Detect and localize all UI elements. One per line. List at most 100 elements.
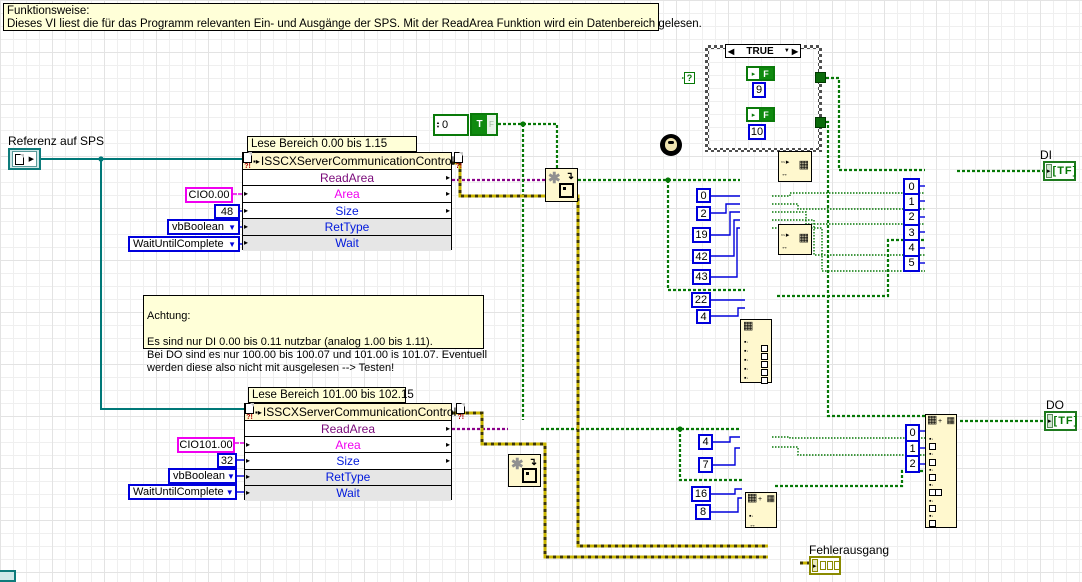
case-output-tunnel-2[interactable] xyxy=(815,117,826,128)
replace-array-subset-node-di[interactable]: ▦ + ▦ ▪· ▪· ▪· ▪· ▪· ▪· xyxy=(925,414,957,528)
data-box-icon xyxy=(522,468,537,483)
case-prev-arrow-icon[interactable]: ◀ xyxy=(726,47,736,56)
do-replace-index-column: 0 1 2 xyxy=(905,424,920,474)
down-arrow-icon: ↴ xyxy=(565,171,574,182)
wait-enum-constant-1[interactable]: WaitUntilComplete ▼ xyxy=(128,236,240,252)
array-grid-icon: ▦ xyxy=(743,320,754,332)
invoke2-method-icon: ▪▸ xyxy=(255,407,262,417)
false-constant-1[interactable]: ▸ F xyxy=(746,66,775,81)
invoke1-refnum-in-icon xyxy=(243,152,252,163)
comment-achtung: Achtung: Es sind nur DI 0.00 bis 0.11 nu… xyxy=(143,295,487,374)
invoke-node-readarea-2[interactable]: ?! ▪▸ ISSCXServerCommunicationControl ?!… xyxy=(244,403,466,502)
dropdown-icon[interactable]: ▼ xyxy=(226,240,238,249)
case-next-arrow-icon[interactable]: ▶ xyxy=(790,47,800,56)
di-replace-index-column: 0 1 2 3 4 5 xyxy=(903,178,920,272)
rettype-enum-constant-2[interactable]: vbBoolean ▼ xyxy=(168,468,237,484)
first-call-icon[interactable] xyxy=(660,134,682,156)
array-subset-node-di[interactable]: ▦ + ▦ ▪· ↔ xyxy=(745,492,777,529)
do-indicator[interactable]: ▸ [TF] xyxy=(1044,411,1077,431)
invoke1-row-rettype[interactable]: ▸ RetType xyxy=(243,219,451,236)
di-subset-length-constant[interactable]: 4 xyxy=(696,309,711,324)
labview-block-diagram: Funktionsweise: Dieses VI liest die für … xyxy=(0,0,1082,582)
down-arrow-icon: ↴ xyxy=(528,457,537,468)
invoke2-row-readarea[interactable]: ReadArea ▸ xyxy=(245,421,451,438)
index-array-node-di[interactable]: ▦ ▪· ▪· ▪· ▪· ▪· xyxy=(740,319,772,384)
di-label: DI xyxy=(1040,148,1052,162)
size-constant-2[interactable]: 32 xyxy=(217,453,237,468)
comment-funktionsweise-body: Dieses VI liest die für das Programm rel… xyxy=(7,18,702,30)
bool-array-constant-index[interactable]: ▲ ▼ 0 xyxy=(433,114,469,136)
invoke-node-readarea-1[interactable]: ?! ▪▸ ISSCXServerCommunicationControl ?!… xyxy=(242,152,464,252)
refnum-page-icon xyxy=(15,153,24,165)
dropdown-icon[interactable]: ▼ xyxy=(224,488,236,497)
invoke1-title: ISSCXServerCommunicationControl xyxy=(260,154,455,168)
invoke2-refnum-out-icon xyxy=(456,403,466,414)
dropdown-icon[interactable]: ▼ xyxy=(225,472,237,481)
case-selector-terminal[interactable]: ? xyxy=(684,72,695,84)
do-replace-index-2[interactable]: 2 xyxy=(905,455,920,474)
indicator-arrow-icon: ▸ xyxy=(1047,414,1053,428)
comment-funktionsweise: Funktionsweise: Dieses VI liest die für … xyxy=(3,3,702,31)
di-index-constant-0[interactable]: 0 xyxy=(696,188,711,203)
error-cluster-icon xyxy=(819,561,840,570)
initialize-array-node-2[interactable]: ▫·▸ ↔ ▦ xyxy=(778,224,812,255)
di-subset-index-constant[interactable]: 22 xyxy=(691,292,711,308)
invoke1-error-out-icon: ?! xyxy=(455,163,463,170)
error-output-label: Fehlerausgang xyxy=(809,543,890,557)
initialize-array-node-1[interactable]: ▫·▸ ↔ ▦ xyxy=(778,151,812,182)
data-box-icon xyxy=(559,183,574,198)
area-string-constant-2[interactable]: CIO101.00 xyxy=(177,437,235,453)
invoke2-row-area[interactable]: ▸ Area ▸ xyxy=(245,437,451,454)
false-constant-2[interactable]: ▸ F xyxy=(746,107,775,122)
reference-label: Referenz auf SPS xyxy=(8,134,105,148)
sps-refnum-control[interactable]: ▶ xyxy=(8,148,41,170)
init-array-size-1[interactable]: 9 xyxy=(752,82,766,98)
di-index-constant-2[interactable]: 19 xyxy=(692,227,711,243)
comment-achtung-title: Achtung: xyxy=(147,310,191,322)
case-output-tunnel-1[interactable] xyxy=(815,72,826,83)
do-index-constant-1[interactable]: 7 xyxy=(698,457,713,473)
size-constant-1[interactable]: 48 xyxy=(214,204,240,219)
variant-to-data-node-2[interactable]: ✱ ↴ xyxy=(508,454,541,487)
do-subset-index-constant[interactable]: 16 xyxy=(691,486,711,502)
invoke2-error-in-icon: ?! xyxy=(246,414,253,421)
error-output-indicator[interactable]: ▸ xyxy=(809,556,841,575)
refnum-arrow-icon: ▶ xyxy=(28,156,34,163)
invoke1-row-area[interactable]: ▸ Area ▸ xyxy=(243,186,451,203)
do-label: DO xyxy=(1046,398,1064,412)
rettype-enum-constant-1[interactable]: vbBoolean ▼ xyxy=(167,219,240,235)
invoke2-caption[interactable]: Lese Bereich 101.00 bis 102.15 xyxy=(248,387,414,403)
invoke2-title: ISSCXServerCommunicationControl xyxy=(262,405,457,419)
indicator-arrow-icon: ▸ xyxy=(812,559,818,572)
invoke1-row-size[interactable]: ▸ Size ▸ xyxy=(243,202,451,220)
array-grid-icon: ▦ xyxy=(798,232,809,244)
invoke2-row-rettype[interactable]: ▸ RetType xyxy=(245,469,451,486)
offscreen-terminal[interactable] xyxy=(0,570,16,582)
indicator-arrow-icon: ▸ xyxy=(1046,164,1052,178)
invoke2-row-size[interactable]: ▸ Size ▸ xyxy=(245,453,451,470)
di-indicator[interactable]: ▸ [TF] xyxy=(1043,161,1076,181)
init-array-size-2[interactable]: 10 xyxy=(748,124,766,140)
invoke1-caption[interactable]: Lese Bereich 0.00 bis 1.15 xyxy=(247,136,417,152)
comment-funktionsweise-title: Funktionsweise: xyxy=(7,5,90,17)
invoke2-error-out-icon: ?! xyxy=(457,414,465,421)
invoke1-row-readarea[interactable]: ReadArea ▸ xyxy=(243,170,451,187)
do-index-constant-0[interactable]: 4 xyxy=(698,434,713,450)
do-subset-length-constant[interactable]: 8 xyxy=(695,504,711,520)
bool-array-constant-element[interactable]: TF xyxy=(470,113,498,136)
invoke1-row-wait[interactable]: ▸ Wait xyxy=(243,235,451,252)
variant-to-data-node-1[interactable]: ✱ ↴ xyxy=(545,168,578,202)
array-grid-icon: ▦ xyxy=(798,159,809,171)
wait-enum-constant-2[interactable]: WaitUntilComplete ▼ xyxy=(128,484,237,500)
comment-achtung-body: Es sind nur DI 0.00 bis 0.11 nutzbar (an… xyxy=(147,336,488,374)
di-index-constant-4[interactable]: 43 xyxy=(692,269,711,285)
case-selector[interactable]: ◀ TRUE ▼ ▶ xyxy=(725,44,801,58)
invoke2-row-wait[interactable]: ▸ Wait xyxy=(245,485,451,502)
di-replace-index-5[interactable]: 5 xyxy=(903,254,920,272)
area-string-constant-1[interactable]: CIO0.00 xyxy=(185,187,233,203)
di-index-constant-3[interactable]: 42 xyxy=(692,249,711,264)
di-index-constant-1[interactable]: 2 xyxy=(696,206,711,221)
case-selector-value[interactable]: TRUE xyxy=(736,46,784,57)
dropdown-icon[interactable]: ▼ xyxy=(226,223,238,232)
invoke2-refnum-in-icon xyxy=(245,403,254,414)
